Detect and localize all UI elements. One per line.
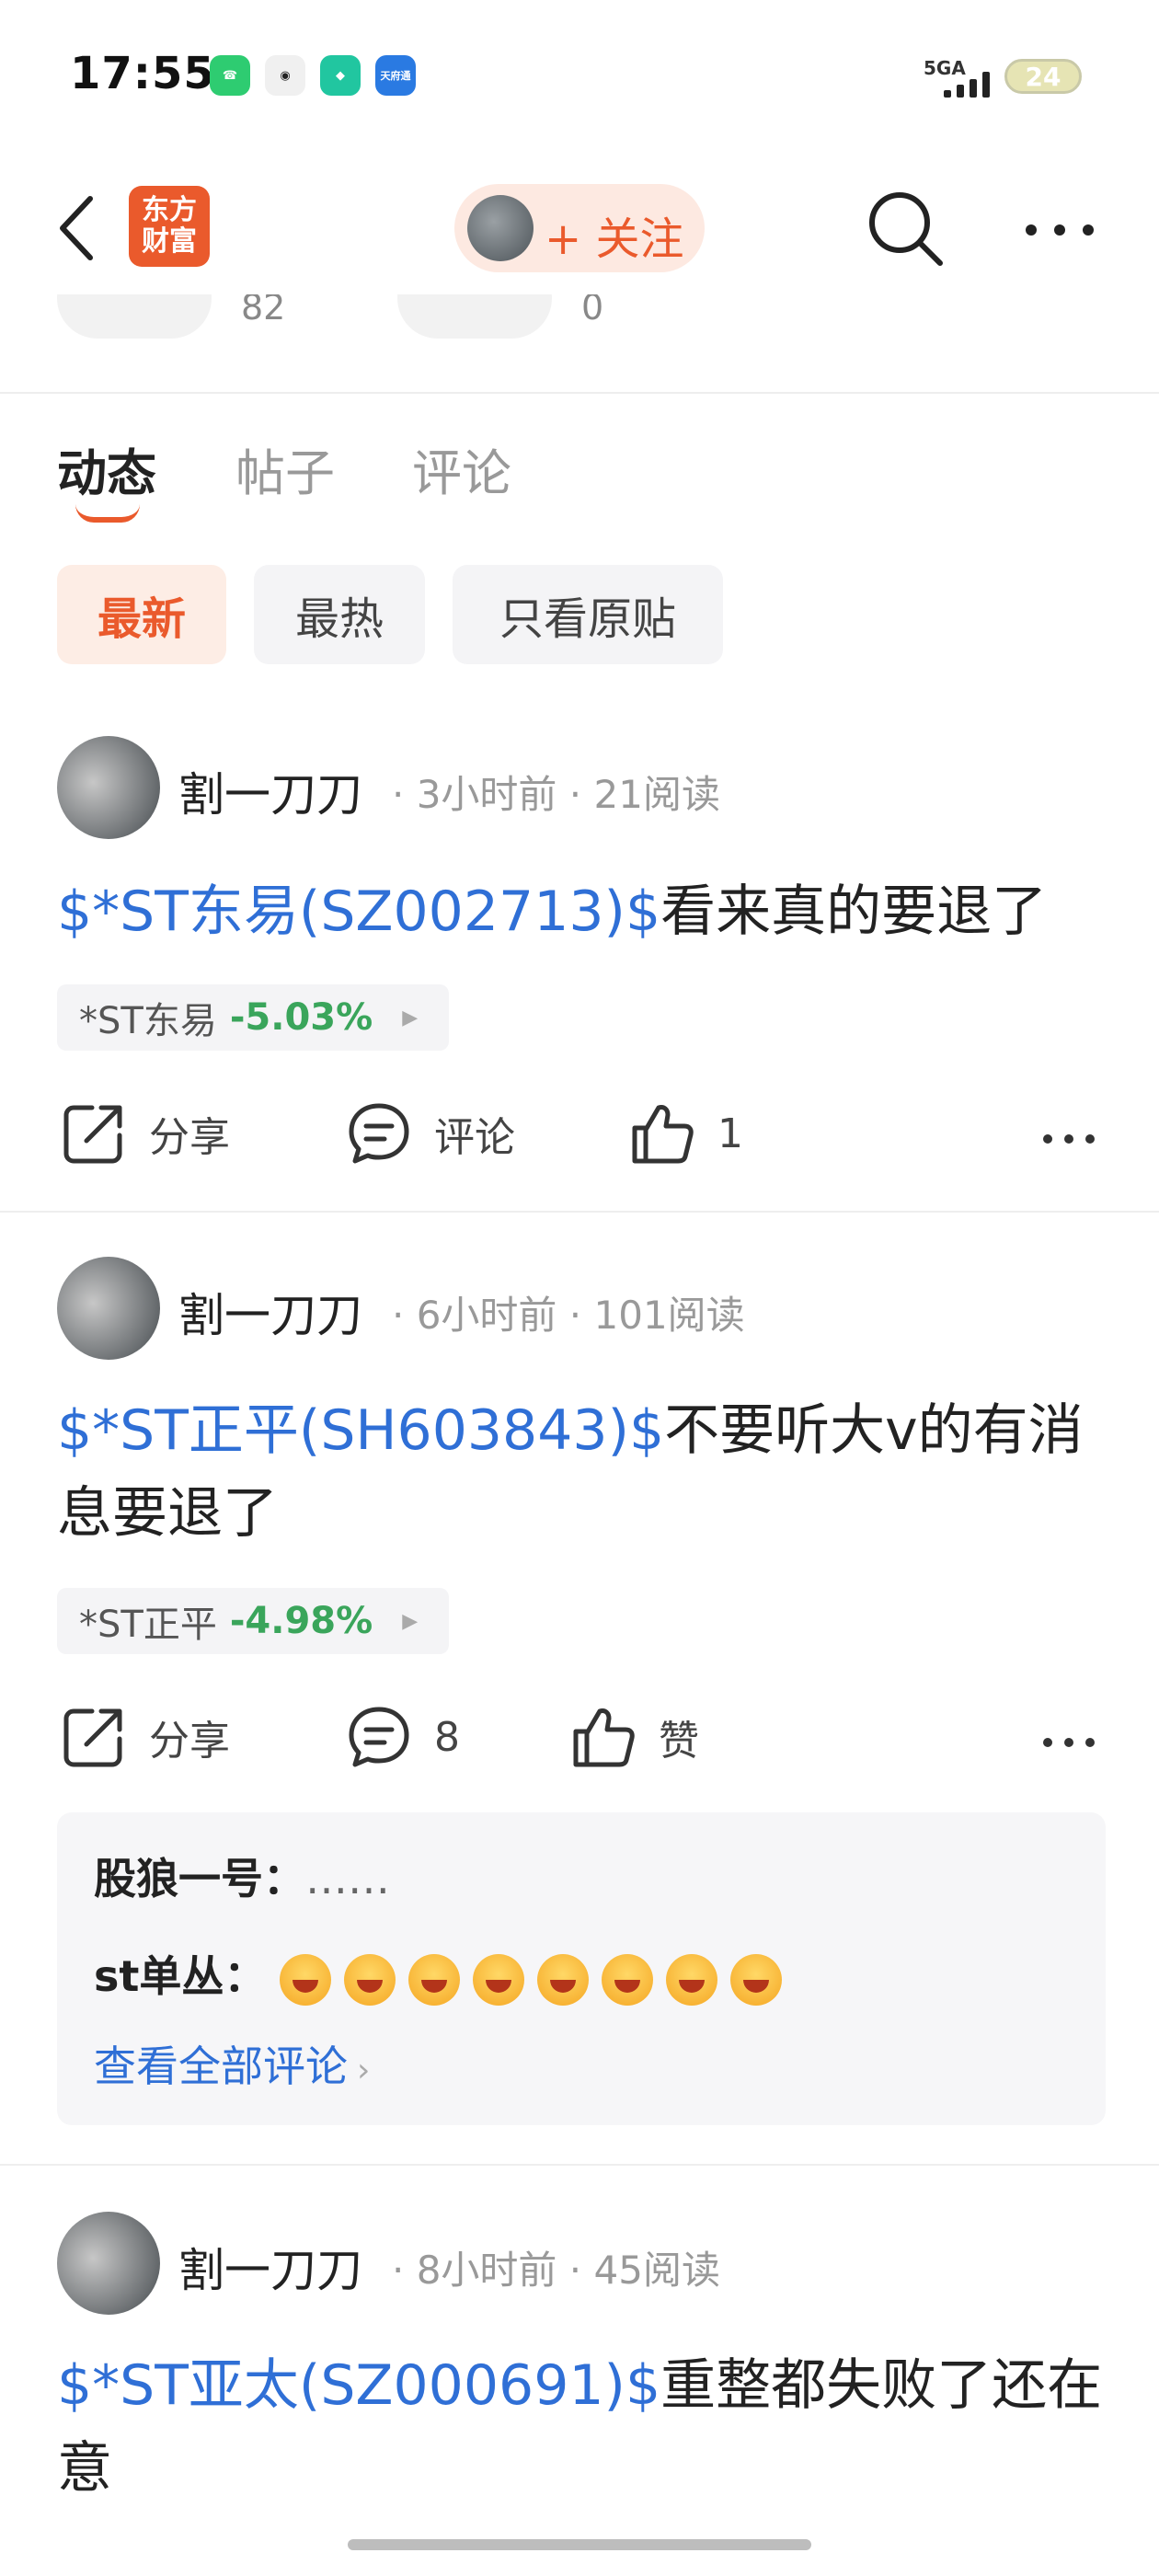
share-icon [63, 1708, 122, 1767]
stock-name: *ST东易 [79, 1000, 217, 1042]
post-reads: 45阅读 [593, 2248, 720, 2293]
post-meta: · 8小时前 · 45阅读 [392, 2248, 720, 2293]
grin-emoji-icon [666, 1953, 717, 2006]
share-button[interactable]: 分享 [61, 1704, 230, 1770]
stock-change: -4.98% [229, 1600, 373, 1642]
status-time: 17:55 [70, 48, 215, 99]
post-author[interactable]: 割一刀刀 [178, 758, 362, 824]
like-label: 赞 [659, 1718, 699, 1765]
signal-icon [944, 66, 990, 98]
comment-preview-item[interactable]: st单丛： [94, 1943, 795, 2006]
post-author[interactable]: 割一刀刀 [178, 2234, 362, 2300]
grin-emoji-icon [408, 1953, 460, 2006]
post-content[interactable]: $*ST亚太(SZ000691)$重整都失败了还在意 [57, 2344, 1106, 2510]
eastmoney-logo[interactable]: 东方 财富 [129, 186, 210, 267]
stats-count: 82 [241, 294, 286, 328]
stock-change: -5.03% [229, 996, 373, 1039]
view-all-comments-link[interactable]: 查看全部评论 › [94, 2033, 370, 2094]
grin-emoji-icon [473, 1953, 524, 2006]
logo-line-2: 财富 [142, 225, 197, 258]
share-label: 分享 [149, 1114, 230, 1161]
more-icon[interactable] [1041, 1717, 1096, 1749]
post-reads: 101阅读 [593, 1293, 745, 1338]
logo-line-1: 东方 [142, 194, 197, 226]
comment-user: st单丛： [94, 1951, 267, 2001]
filter-latest[interactable]: 最新 [57, 565, 226, 664]
stock-quote-chip[interactable]: *ST正平 -4.98% ▶ [57, 1588, 449, 1654]
grin-emoji-icon [602, 1953, 653, 2006]
comment-preview-item[interactable]: 股狼一号：…… [94, 1846, 390, 1906]
avatar[interactable] [57, 1257, 160, 1360]
comment-button[interactable]: 评论 [346, 1100, 515, 1167]
comment-content: …… [305, 1854, 390, 1903]
tab-comments[interactable]: 评论 [412, 432, 511, 505]
more-icon[interactable] [1025, 223, 1095, 240]
avatar[interactable] [57, 736, 160, 839]
grin-emoji-row [280, 1951, 795, 2006]
filter-hot[interactable]: 最热 [254, 565, 425, 664]
tiantian-app-icon: 天府通 [375, 55, 416, 96]
tab-indicator [75, 504, 140, 523]
chevron-right-icon: ▶ [402, 1006, 419, 1029]
chevron-right-icon: ▶ [402, 1609, 419, 1633]
comment-user: 股狼一号： [94, 1854, 305, 1903]
battery-level: 24 [1025, 61, 1061, 92]
tab-activity[interactable]: 动态 [57, 432, 156, 505]
stock-quote-chip[interactable]: *ST东易 -5.03% ▶ [57, 984, 449, 1051]
divider [0, 2164, 1159, 2166]
stock-name: *ST正平 [79, 1604, 217, 1646]
stats-pill [397, 294, 552, 339]
comment-icon [349, 1707, 409, 1767]
home-indicator[interactable] [348, 2539, 811, 2550]
post-meta: · 6小时前 · 101阅读 [392, 1293, 745, 1338]
post-content[interactable]: $*ST东易(SZ002713)$看来真的要退了 [57, 870, 1106, 953]
chevron-right-icon: › [357, 2052, 371, 2089]
like-count: 1 [717, 1110, 743, 1157]
filter-original-only[interactable]: 只看原贴 [453, 565, 723, 664]
follow-label[interactable]: + 关注 [545, 202, 683, 267]
avatar [467, 195, 534, 261]
avatar[interactable] [57, 2212, 160, 2315]
post-reads: 21阅读 [593, 772, 720, 817]
camera-app-icon: ◉ [265, 55, 305, 96]
post-time: 6小时前 [416, 1293, 557, 1338]
back-icon[interactable] [53, 191, 99, 269]
stock-link[interactable]: $*ST亚太(SZ000691)$ [57, 2353, 660, 2418]
comment-count: 8 [434, 1713, 460, 1761]
like-button[interactable]: 1 [629, 1100, 743, 1167]
grin-emoji-icon [344, 1953, 396, 2006]
comment-icon [349, 1103, 409, 1164]
divider [0, 1211, 1159, 1213]
post-time: 3小时前 [416, 772, 557, 817]
battery-icon: 24 [1004, 59, 1082, 94]
tab-posts[interactable]: 帖子 [235, 432, 335, 505]
post-author[interactable]: 割一刀刀 [178, 1279, 362, 1345]
stats-pill [57, 294, 212, 339]
thumbs-up-icon [632, 1105, 694, 1164]
share-label: 分享 [149, 1718, 230, 1765]
shield-app-icon: ◆ [320, 55, 361, 96]
share-icon [63, 1105, 122, 1164]
grin-emoji-icon [537, 1953, 589, 2006]
comment-label: 评论 [434, 1114, 515, 1161]
grin-emoji-icon [280, 1953, 331, 2006]
view-all-label: 查看全部评论 [94, 2041, 348, 2091]
stock-link[interactable]: $*ST正平(SH603843)$ [57, 1398, 664, 1463]
post-content[interactable]: $*ST正平(SH603843)$不要听大v的有消息要退了 [57, 1389, 1106, 1555]
grin-emoji-icon [730, 1953, 782, 2006]
share-button[interactable]: 分享 [61, 1100, 230, 1167]
stock-link[interactable]: $*ST东易(SZ002713)$ [57, 880, 660, 944]
phone-app-icon: ☎ [210, 55, 250, 96]
thumbs-up-icon [573, 1708, 635, 1767]
scrolled-stats-strip: 82 0 [0, 294, 1159, 340]
divider [0, 392, 1159, 394]
comment-button[interactable]: 8 [346, 1704, 460, 1770]
stats-count: 0 [581, 294, 604, 328]
post-meta: · 3小时前 · 21阅读 [392, 772, 720, 817]
like-button[interactable]: 赞 [570, 1704, 699, 1770]
more-icon[interactable] [1041, 1113, 1096, 1145]
post-time: 8小时前 [416, 2248, 557, 2293]
post-text: 看来真的要退了 [660, 880, 1048, 944]
search-icon[interactable] [865, 188, 946, 272]
